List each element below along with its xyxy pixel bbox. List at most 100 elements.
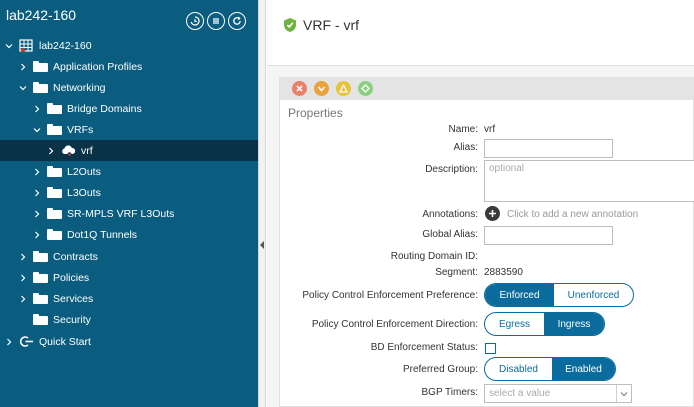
collapse-arrow-icon[interactable] [259, 241, 265, 249]
tree-item-security[interactable]: Security [0, 309, 258, 330]
alias-field[interactable] [484, 139, 613, 158]
segment-label: Segment: [435, 267, 478, 278]
segment-value: 2883590 [484, 267, 523, 278]
folder-icon [47, 103, 62, 114]
tree-item-label: Networking [53, 81, 106, 94]
tree-item-tenant[interactable]: lab242-160 [0, 35, 258, 56]
egress-option[interactable]: Egress [485, 313, 544, 335]
chevron-right-icon[interactable] [19, 295, 27, 303]
ingress-option[interactable]: Ingress [544, 313, 604, 335]
preferred-group-toggle: Disabled Enabled [484, 357, 616, 381]
name-value: vrf [484, 124, 496, 135]
history-icon[interactable] [186, 12, 204, 30]
tree-item-services[interactable]: Services [0, 288, 258, 309]
pane-splitter[interactable] [258, 0, 266, 407]
chevron-down-icon[interactable] [19, 84, 27, 92]
properties-panel: Properties Name: vrf Alias: Description:… [279, 77, 694, 407]
chevron-right-icon[interactable] [5, 338, 13, 346]
chevron-right-icon[interactable] [33, 105, 41, 113]
tree-item-label: L2Outs [67, 165, 101, 178]
bgp-timers-placeholder: select a value [489, 388, 551, 399]
folder-icon [33, 314, 48, 325]
vrf-cloud-icon [61, 144, 76, 157]
bd-enforcement-checkbox[interactable] [485, 343, 496, 354]
main-content: VRF - vrf Properties Name: vrf Alias: De… [267, 0, 694, 407]
preferred-group-label: Preferred Group: [402, 364, 478, 375]
chevron-right-icon[interactable] [47, 147, 55, 155]
alert-icon[interactable] [336, 81, 351, 96]
refresh-icon[interactable] [228, 12, 246, 30]
chevron-right-icon[interactable] [33, 210, 41, 218]
add-annotation-button[interactable] [485, 206, 500, 221]
tree-item-sr-mpls-vrf-l3outs[interactable]: SR-MPLS VRF L3Outs [0, 203, 258, 224]
chevron-right-icon[interactable] [19, 63, 27, 71]
tree-item-label: L3Outs [67, 186, 101, 199]
chevron-down-icon[interactable] [616, 385, 631, 402]
tree-item-quick-start[interactable]: Quick Start [0, 331, 258, 352]
folder-icon [47, 166, 62, 177]
download-icon[interactable] [314, 81, 329, 96]
annotations-label: Annotations: [422, 209, 478, 220]
sidebar-header-icons [186, 12, 246, 30]
routing-domain-label: Routing Domain ID: [390, 251, 478, 262]
folder-icon [33, 82, 48, 93]
tree-item-bridge-domains[interactable]: Bridge Domains [0, 98, 258, 119]
page-title: VRF - vrf [303, 17, 359, 33]
bgp-timers-select[interactable]: select a value [484, 384, 632, 403]
folder-icon [33, 272, 48, 283]
enabled-option[interactable]: Enabled [552, 358, 615, 380]
folder-icon [33, 293, 48, 304]
chevron-right-icon[interactable] [33, 189, 41, 197]
tree-item-label: Bridge Domains [67, 102, 142, 115]
tree-item-label: vrf [81, 144, 93, 157]
tree-item-label: Policies [53, 271, 90, 284]
description-field[interactable]: optional [484, 160, 694, 202]
chevron-down-icon[interactable] [33, 126, 41, 134]
description-placeholder: optional [489, 163, 525, 174]
chevron-right-icon[interactable] [19, 253, 27, 261]
quick-start-icon [19, 335, 34, 348]
folder-icon [47, 124, 62, 135]
folder-icon [47, 208, 62, 219]
unenforced-option[interactable]: Unenforced [554, 284, 633, 306]
chevron-down-icon[interactable] [5, 42, 13, 50]
tree-item-dot1q-tunnels[interactable]: Dot1Q Tunnels [0, 224, 258, 245]
pce-preference-label: Policy Control Enforcement Preference: [302, 290, 478, 301]
section-title: Properties [288, 106, 343, 120]
global-alias-field[interactable] [484, 226, 613, 245]
chevron-right-icon[interactable] [33, 231, 41, 239]
tenant-icon [19, 39, 34, 52]
enforced-option[interactable]: Enforced [485, 284, 554, 306]
tree-item-label: lab242-160 [39, 39, 92, 52]
tree-item-label: VRFs [67, 123, 94, 136]
bgp-timers-label: BGP Timers: [421, 387, 479, 398]
tree-item-l3outs[interactable]: L3Outs [0, 182, 258, 203]
tree-item-label: Application Profiles [53, 60, 143, 73]
menu-list-icon[interactable] [207, 12, 225, 30]
tree-item-l2outs[interactable]: L2Outs [0, 161, 258, 182]
tree-item-label: Contracts [53, 250, 98, 263]
folder-icon [33, 61, 48, 72]
tree-item-policies[interactable]: Policies [0, 267, 258, 288]
tree-item-application-profiles[interactable]: Application Profiles [0, 56, 258, 77]
plus-icon [489, 210, 496, 217]
action-bar [280, 78, 694, 100]
global-alias-label: Global Alias: [422, 229, 478, 240]
bd-enforcement-label: BD Enforcement Status: [370, 342, 478, 353]
tree-item-vrfs[interactable]: VRFs [0, 119, 258, 140]
tree-item-label: SR-MPLS VRF L3Outs [67, 207, 175, 220]
chevron-right-icon[interactable] [19, 274, 27, 282]
health-icon[interactable] [358, 81, 373, 96]
tenant-title: lab242-160 [6, 7, 77, 23]
folder-icon [47, 187, 62, 198]
pce-direction-toggle: Egress Ingress [484, 312, 605, 336]
tree-item-contracts[interactable]: Contracts [0, 246, 258, 267]
alias-label: Alias: [453, 142, 478, 153]
tree-item-label: Quick Start [39, 335, 91, 348]
chevron-right-icon[interactable] [33, 168, 41, 176]
annotation-hint[interactable]: Click to add a new annotation [507, 209, 638, 220]
disabled-option[interactable]: Disabled [485, 358, 552, 380]
delete-icon[interactable] [292, 81, 307, 96]
tree-item-vrf[interactable]: vrf [0, 140, 258, 161]
tree-item-networking[interactable]: Networking [0, 77, 258, 98]
